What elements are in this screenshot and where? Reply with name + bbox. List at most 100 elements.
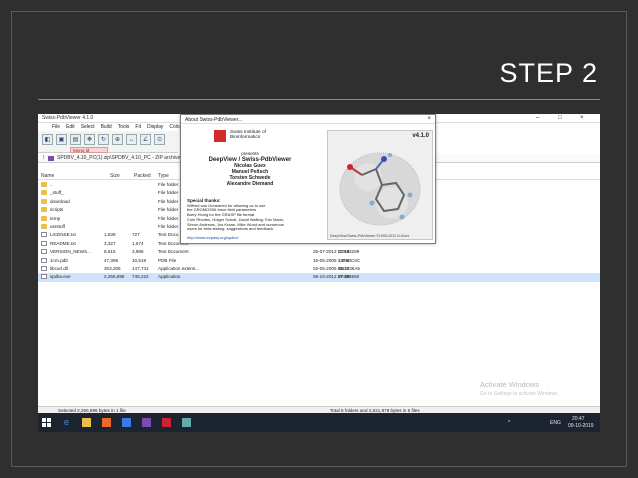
author-4: Alexandre Diemand [226,181,274,187]
close-icon[interactable]: × [580,115,584,121]
file-type: File folder [158,207,179,213]
molecule-app-icon[interactable] [182,418,191,427]
file-name: README.txt [50,240,76,246]
desktop-screenshot: Swiss-PdbViewer 4.1.0 – □ × File Edit Se… [38,114,600,432]
credits: presents DeepView / Swiss-PdbViewer Nico… [187,151,313,187]
institute-name: Swiss Institute of Bioinformatics [230,130,266,141]
website-link[interactable]: http://www.expasy.org/spdbv/ [187,235,239,240]
rotate-icon[interactable]: ↻ [98,134,109,145]
zoom-icon[interactable]: ⊕ [112,134,123,145]
menu-select[interactable]: Select [81,124,95,130]
menu-tools[interactable]: Tools [118,124,130,130]
menu-bar: File Edit Select Build Tools Fit Display… [38,123,188,131]
window-title: Swiss-PdbViewer 4.1.0 [42,115,94,121]
about-close-icon[interactable]: × [427,116,431,122]
pdb-app-icon[interactable] [162,418,171,427]
save-icon[interactable]: ▣ [56,134,67,145]
file-crc: D2943299 [338,249,360,255]
file-type: Text Document [158,249,189,255]
folder-icon[interactable] [82,418,91,427]
mail-icon[interactable] [122,418,131,427]
menu-edit[interactable]: Edit [66,124,75,130]
edge-icon[interactable]: e [64,417,73,427]
file-row[interactable]: libcurl.dll 303,205 147,741 Application ext… [38,265,600,273]
file-type: File folder [158,198,179,204]
layers-icon[interactable]: ▤ [70,134,81,145]
file-type: File folder [158,215,179,221]
col-name[interactable]: Name [41,173,54,179]
clock-time[interactable]: 20:47 [572,416,585,422]
center-icon[interactable]: ⊙ [154,134,165,145]
file-size: 8,615 [104,249,116,255]
folder-icon [41,215,47,221]
folder-icon [41,182,47,187]
up-icon[interactable]: ↑ [42,155,45,161]
file-row[interactable]: 1crn.pdb 47,396 10,519 PDB File 16-05-2008 1… [38,257,600,265]
file-packed: 727 [132,232,140,238]
title-divider [38,99,600,100]
measure-icon[interactable]: ↔ [126,134,137,145]
file-row[interactable]: VERSION_NEWS... 8,615 3,986 Text Document 25… [38,248,600,256]
col-size[interactable]: Size [110,173,120,179]
file-name: LICENSE.txt [50,232,76,238]
maximize-icon[interactable]: □ [558,115,562,121]
windows-start-icon[interactable] [42,418,51,427]
taskbar: e ^ ENG 20:47 09-10-2019 [38,413,600,432]
archive-path: SPDBV_4.10_PC(1).zip\SPDBV_4.10_PC - ZIP… [57,155,181,161]
menu-fit[interactable]: Fit [135,124,141,130]
file-size: 303,205 [104,265,121,271]
toolbar: ◧ ▣ ▤ ✥ ↻ ⊕ ↔ ∠ ⊙ [38,131,178,153]
copyright-caption: DeepView/Swiss-PdbViewer ©1995-2012 N.Gu… [330,234,410,238]
file-icon [41,232,47,238]
angle-icon[interactable]: ∠ [140,134,151,145]
file-packed: 10,519 [132,257,147,263]
menu-file[interactable]: File [52,124,60,130]
minimize-icon[interactable]: – [536,115,539,121]
file-packed: 147,741 [132,265,149,271]
open-icon[interactable]: ◧ [42,134,53,145]
activate-windows-title: Activate Windows [480,380,540,389]
file-size: 1,539 [104,232,116,238]
file-name: usrstuff [50,223,65,229]
activate-windows-hint: Go to Settings to activate Windows. [480,391,559,397]
col-packed[interactable]: Packed [134,173,151,179]
language-indicator[interactable]: ENG [550,420,561,426]
archive-app-icon[interactable] [142,418,151,427]
menu-display[interactable]: Display [147,124,163,130]
slide-title: STEP 2 [499,58,598,88]
file-type: Application extens... [158,265,200,271]
file-type: PDB File [158,257,177,263]
file-packed: 749,222 [132,274,149,280]
file-crc: 13F50C0C [338,257,361,263]
file-name: VERSION_NEWS... [50,249,91,255]
about-dialog: About Swiss-PdbViewer... × Swiss Institu… [180,114,436,244]
col-type[interactable]: Type [158,173,169,179]
file-type: File folder [158,223,179,229]
file-row[interactable]: spdbv.exe 2,256,896 749,222 Application 06-1… [38,273,600,282]
file-type: File folder [158,182,179,187]
file-name: 1crn.pdb [50,257,68,263]
file-type: File folder [158,190,179,196]
file-crc: 8F40B560 [338,274,360,280]
file-crc: BB1836A5 [338,265,360,271]
file-name: libcurl.dll [50,265,68,271]
tray-arrows[interactable]: ^ [508,420,510,426]
file-icon [41,249,47,255]
toolbar-tab[interactable]: Mono ld [70,147,108,153]
file-size: 3,327 [104,240,116,246]
file-icon [41,265,47,271]
file-icon [41,274,47,280]
folder-icon [41,198,47,204]
molecule-icon [339,152,421,226]
clock-date[interactable]: 09-10-2019 [568,423,594,429]
sib-logo [214,130,226,142]
menu-build[interactable]: Build [101,124,112,130]
file-packed: 1,674 [132,240,144,246]
file-name: temp [50,215,61,221]
store-icon[interactable] [102,418,111,427]
move-icon[interactable]: ✥ [84,134,95,145]
file-name: spdbv.exe [50,274,71,280]
file-type: Text Docu [158,232,179,238]
file-name: scripts [50,207,64,213]
folder-icon [41,223,47,229]
